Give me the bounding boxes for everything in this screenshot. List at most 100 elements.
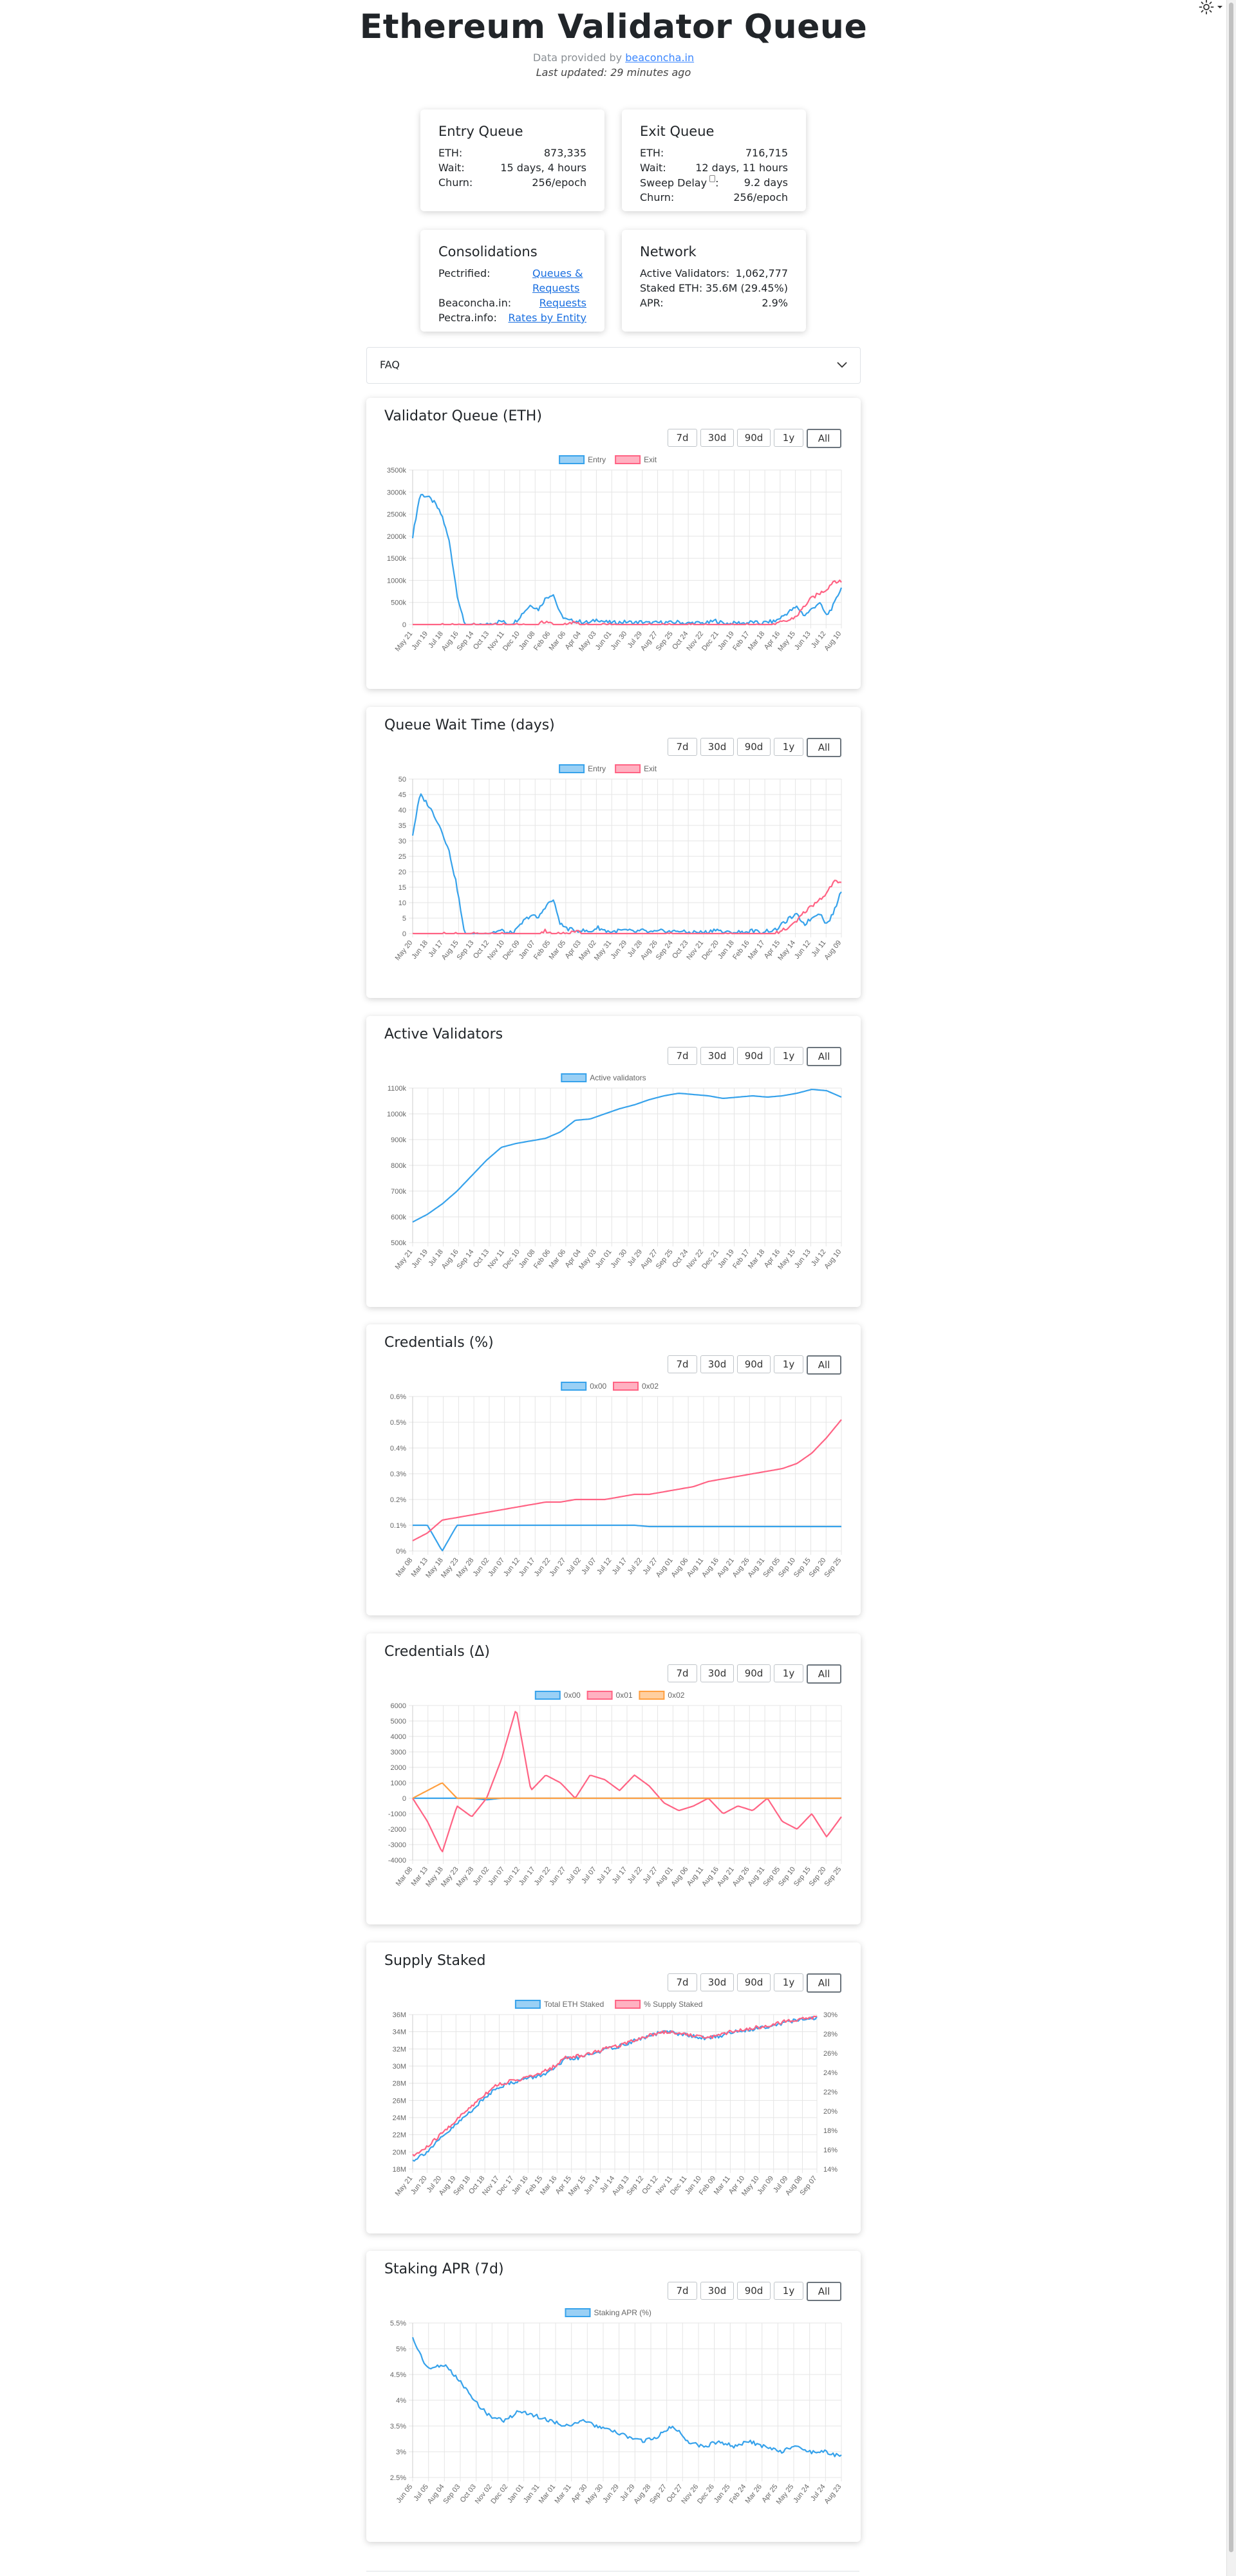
beaconchain-requests-link[interactable]: Requests <box>539 296 586 310</box>
x-tick-label: Jun 19 <box>410 630 429 651</box>
legend-swatch-Active validators[interactable] <box>561 1073 587 1082</box>
x-tick-label: Jul 17 <box>611 1556 629 1576</box>
x-tick-label: Dec 10 <box>501 1248 521 1270</box>
range-button-90d[interactable]: 90d <box>737 1973 771 1991</box>
y-tick-label: 0.2% <box>390 1496 406 1504</box>
range-button-All[interactable]: All <box>807 1973 841 1993</box>
legend-swatch-Exit[interactable] <box>615 764 641 773</box>
stat-label: ETH: <box>438 147 463 159</box>
x-tick-label: Mar 05 <box>548 939 568 961</box>
provider-link[interactable]: beaconcha.in <box>625 52 694 64</box>
legend-swatch-0x02[interactable] <box>639 1691 665 1700</box>
legend-swatch-Entry[interactable] <box>559 455 585 464</box>
legend-label[interactable]: Exit <box>644 764 657 773</box>
range-button-All[interactable]: All <box>807 2282 841 2301</box>
legend-swatch-0x02[interactable] <box>613 1382 639 1391</box>
scrollbar-thumb[interactable] <box>1229 3 1233 2552</box>
y-tick-label: 0.3% <box>390 1471 406 1478</box>
legend-swatch-Total ETH Staked[interactable] <box>514 2000 541 2009</box>
legend-label[interactable]: 0x00 <box>590 1382 606 1391</box>
x-tick-label: Jul 12 <box>595 1865 613 1885</box>
x-tick-label: Jul 07 <box>580 1556 598 1576</box>
range-button-30d[interactable]: 30d <box>700 738 734 756</box>
range-button-90d[interactable]: 90d <box>737 2282 771 2300</box>
legend-label[interactable]: Staking APR (%) <box>594 2308 651 2317</box>
range-button-7d[interactable]: 7d <box>668 738 697 756</box>
legend-swatch-Exit[interactable] <box>615 455 641 464</box>
legend-label[interactable]: 0x02 <box>668 1691 684 1700</box>
legend-swatch-0x01[interactable] <box>586 1691 613 1700</box>
range-button-All[interactable]: All <box>807 1355 841 1375</box>
y-tick-label: 500k <box>391 1239 406 1247</box>
range-button-30d[interactable]: 30d <box>700 1047 734 1065</box>
y-tick-label: 50 <box>398 776 406 784</box>
range-button-7d[interactable]: 7d <box>668 1664 697 1682</box>
range-button-1y[interactable]: 1y <box>774 2282 803 2300</box>
range-button-1y[interactable]: 1y <box>774 1355 803 1373</box>
range-button-All[interactable]: All <box>807 1047 841 1066</box>
y-tick-label: 1000k <box>387 1111 406 1118</box>
legend-label[interactable]: 0x02 <box>642 1382 659 1391</box>
range-button-30d[interactable]: 30d <box>700 429 734 447</box>
y-tick-label: 2.5% <box>390 2474 406 2482</box>
legend-swatch-Staking APR (%)[interactable] <box>565 2308 591 2317</box>
legend-swatch-% Supply Staked[interactable] <box>615 2000 641 2009</box>
range-button-90d[interactable]: 90d <box>737 1355 771 1373</box>
pectrified-link[interactable]: Queues & Requests <box>532 266 586 296</box>
legend-label[interactable]: % Supply Staked <box>644 2000 702 2009</box>
legend-label[interactable]: 0x00 <box>564 1691 581 1700</box>
legend-label[interactable]: Exit <box>644 455 657 464</box>
range-button-30d[interactable]: 30d <box>700 1664 734 1682</box>
stat-value: 256/epoch <box>733 191 788 204</box>
y-tick-label: 5% <box>396 2346 406 2353</box>
range-button-90d[interactable]: 90d <box>737 429 771 447</box>
range-button-1y[interactable]: 1y <box>774 1973 803 1991</box>
range-button-7d[interactable]: 7d <box>668 1047 697 1065</box>
legend-label[interactable]: Total ETH Staked <box>544 2000 604 2009</box>
series-line-Staking APR (%)[interactable] <box>411 2336 842 2458</box>
x-tick-label: Dec 10 <box>501 630 521 652</box>
range-button-30d[interactable]: 30d <box>700 2282 734 2300</box>
y-tick-label: 26M <box>393 2097 406 2105</box>
range-button-All[interactable]: All <box>807 1664 841 1684</box>
range-button-7d[interactable]: 7d <box>668 429 697 447</box>
range-button-7d[interactable]: 7d <box>668 2282 697 2300</box>
y-tick-label: 6000 <box>391 1702 406 1710</box>
range-button-1y[interactable]: 1y <box>774 1664 803 1682</box>
y-tick-label: 30 <box>398 838 406 845</box>
range-button-1y[interactable]: 1y <box>774 738 803 756</box>
stat-label: Beaconcha.in: <box>438 297 512 309</box>
range-button-All[interactable]: All <box>807 738 841 757</box>
range-button-90d[interactable]: 90d <box>737 1664 771 1682</box>
entry-queue-card: Entry Queue ETH: 873,335 Wait: 15 days, 4 … <box>420 109 604 211</box>
legend-label[interactable]: 0x01 <box>616 1691 633 1700</box>
pectra-rates-link[interactable]: Rates by Entity <box>508 310 586 325</box>
range-button-7d[interactable]: 7d <box>668 1355 697 1373</box>
entry-wait-row: Wait: 15 days, 4 hours <box>438 160 586 175</box>
y-tick-label: 20M <box>393 2148 406 2156</box>
theme-toggle[interactable] <box>1199 0 1228 15</box>
vertical-scrollbar[interactable] <box>1226 0 1236 2576</box>
legend-swatch-Entry[interactable] <box>559 764 585 773</box>
legend-label[interactable]: Entry <box>588 764 606 773</box>
info-icon[interactable] <box>709 175 716 182</box>
x-tick-label: Jul 02 <box>565 1556 583 1576</box>
stat-value: 716,715 <box>745 147 788 159</box>
y-tick-label: 0 <box>402 1795 406 1803</box>
legend-label[interactable]: Active validators <box>590 1073 646 1082</box>
range-button-30d[interactable]: 30d <box>700 1973 734 1991</box>
range-button-All[interactable]: All <box>807 429 841 448</box>
legend-swatch-0x00[interactable] <box>534 1691 561 1700</box>
data-provider-line: Data provided by beaconcha.in <box>0 52 1227 64</box>
range-button-30d[interactable]: 30d <box>700 1355 734 1373</box>
faq-accordion[interactable]: FAQ <box>366 347 861 384</box>
stat-value: 9.2 days <box>744 176 788 189</box>
range-button-1y[interactable]: 1y <box>774 1047 803 1065</box>
active-validators-row: Active Validators: 1,062,777 <box>640 266 788 281</box>
range-button-7d[interactable]: 7d <box>668 1973 697 1991</box>
range-button-90d[interactable]: 90d <box>737 1047 771 1065</box>
range-button-1y[interactable]: 1y <box>774 429 803 447</box>
legend-swatch-0x00[interactable] <box>561 1382 587 1391</box>
legend-label[interactable]: Entry <box>588 455 606 464</box>
range-button-90d[interactable]: 90d <box>737 738 771 756</box>
